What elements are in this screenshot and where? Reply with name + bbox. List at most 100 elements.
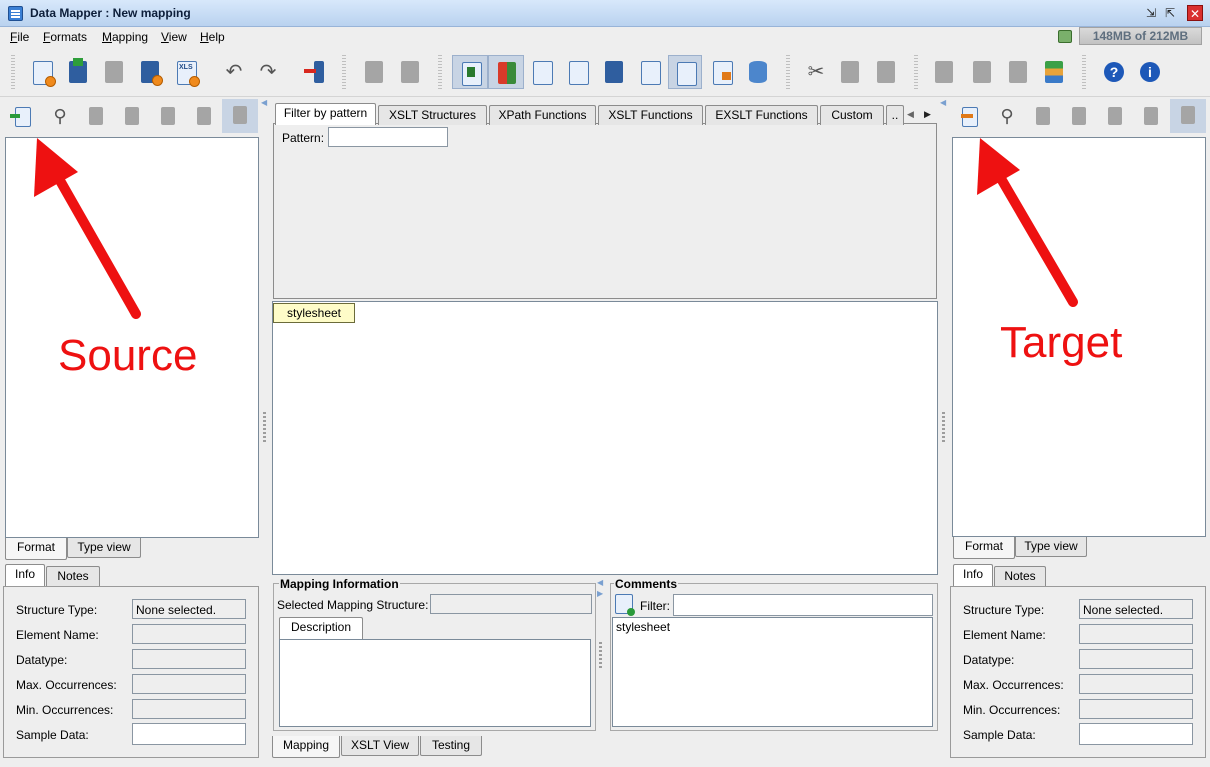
list-view-button[interactable] — [528, 58, 556, 86]
disabled-a-button[interactable] — [360, 58, 388, 86]
source-tool-6[interactable] — [190, 102, 218, 130]
menu-formats[interactable]: Formats — [43, 30, 87, 44]
collapse-left-icon[interactable]: ◀ — [261, 98, 267, 108]
new-mapping-button[interactable] — [28, 58, 56, 87]
target-tab-format[interactable]: Format — [953, 537, 1015, 559]
save-button[interactable] — [100, 58, 128, 86]
splitter-handle[interactable] — [263, 412, 266, 442]
scroll-right-icon[interactable]: ▶ — [924, 109, 931, 120]
database-button[interactable] — [744, 58, 772, 86]
toolbar-grip[interactable] — [1082, 55, 1086, 89]
tab-exslt-functions[interactable]: EXSLT Functions — [705, 105, 818, 125]
save-as-button[interactable] — [136, 58, 164, 86]
collapse-up-icon[interactable]: ◀ — [597, 578, 603, 587]
source-tab-format[interactable]: Format — [5, 538, 67, 560]
pattern-input[interactable] — [328, 127, 448, 147]
xml-button[interactable] — [668, 55, 702, 89]
save-output-button[interactable] — [600, 58, 628, 86]
garbage-collect-icon[interactable] — [1058, 30, 1072, 43]
target-tool-7[interactable] — [1170, 99, 1206, 133]
selected-structure-field — [430, 594, 592, 614]
paste-button[interactable] — [872, 58, 900, 86]
code-view-icon — [569, 61, 589, 85]
collapse-right-icon[interactable]: ◀ — [940, 98, 946, 107]
toolbar-grip[interactable] — [342, 55, 346, 89]
insert-button[interactable] — [968, 58, 996, 86]
toolbar-grip[interactable] — [786, 55, 790, 89]
menu-help[interactable]: Help — [200, 30, 225, 44]
target-tool-4[interactable] — [1065, 102, 1093, 130]
undo-button[interactable]: ↶ — [220, 58, 248, 86]
source-tool-4[interactable] — [118, 102, 146, 130]
sample-data-field[interactable] — [132, 723, 246, 745]
info-view-button[interactable] — [452, 55, 488, 89]
format-icon — [1045, 61, 1063, 83]
menu-mapping[interactable]: Mapping — [102, 30, 148, 44]
open-mapping-button[interactable] — [64, 58, 92, 86]
target-tool-5[interactable] — [1101, 102, 1129, 130]
color-view-button[interactable] — [488, 55, 524, 89]
comment-icon[interactable] — [615, 594, 635, 616]
tab-xslt-functions[interactable]: XSLT Functions — [598, 105, 703, 125]
scroll-left-icon[interactable]: ◀ — [907, 109, 914, 120]
disabled-b-button[interactable] — [396, 58, 424, 86]
tree-button[interactable] — [708, 58, 736, 86]
exit-button[interactable] — [302, 58, 330, 86]
comments-filter-input[interactable] — [673, 594, 933, 616]
format-button[interactable] — [1040, 58, 1068, 86]
maximize-button[interactable]: ⇱ — [1162, 5, 1178, 21]
source-search-button[interactable]: ⚲ — [46, 102, 74, 130]
move-down-button[interactable] — [1004, 58, 1032, 86]
toolbar-grip[interactable] — [914, 55, 918, 89]
source-tab-notes[interactable]: Notes — [46, 566, 100, 586]
tab-description[interactable]: Description — [279, 617, 363, 639]
source-tool-3[interactable] — [82, 102, 110, 130]
target-tool-6[interactable] — [1137, 102, 1165, 130]
mapping-canvas[interactable] — [272, 301, 938, 575]
splitter-handle[interactable] — [942, 412, 945, 442]
tab-filter-by-pattern[interactable]: Filter by pattern — [275, 103, 376, 125]
tab-xslt-view[interactable]: XSLT View — [341, 736, 419, 756]
tab-xpath-functions[interactable]: XPath Functions — [489, 105, 596, 125]
target-search-button[interactable]: ⚲ — [993, 102, 1021, 130]
stylesheet-node[interactable]: stylesheet — [273, 303, 355, 323]
menu-file[interactable]: File — [10, 30, 29, 44]
cut-button[interactable]: ✂ — [802, 58, 830, 86]
document-button[interactable] — [636, 58, 664, 86]
help-button[interactable]: ? — [1100, 58, 1128, 86]
target-tab-info[interactable]: Info — [953, 564, 993, 586]
toolbar-grip[interactable] — [11, 55, 15, 89]
code-view-button[interactable] — [564, 58, 592, 86]
target-tab-notes[interactable]: Notes — [994, 566, 1046, 586]
source-tab-info[interactable]: Info — [5, 564, 45, 586]
tab-xslt-structures[interactable]: XSLT Structures — [378, 105, 487, 125]
menu-view[interactable]: View — [161, 30, 187, 44]
minimize-button[interactable]: ⇲ — [1143, 5, 1159, 21]
move-up-button[interactable] — [930, 58, 958, 86]
about-button[interactable]: i — [1136, 58, 1164, 86]
sample-data-field[interactable] — [1079, 723, 1193, 745]
toolbar-grip[interactable] — [438, 55, 442, 89]
source-tool-5[interactable] — [154, 102, 182, 130]
export-xls-button[interactable]: XLS — [172, 58, 200, 87]
source-tab-type-view[interactable]: Type view — [67, 538, 141, 558]
close-button[interactable]: ✕ — [1187, 5, 1203, 21]
open-mapping-icon — [69, 58, 87, 83]
target-tool-3[interactable] — [1029, 102, 1057, 130]
tab-testing[interactable]: Testing — [420, 736, 482, 756]
redo-button[interactable]: ↷ — [254, 58, 282, 86]
target-tab-type-view[interactable]: Type view — [1015, 537, 1087, 557]
splitter-handle[interactable] — [599, 642, 602, 670]
tab-mapping[interactable]: Mapping — [272, 736, 340, 758]
source-load-button[interactable] — [8, 102, 36, 130]
copy-button[interactable] — [836, 58, 864, 86]
document-icon — [641, 61, 661, 85]
description-textarea[interactable] — [279, 639, 591, 727]
tab-more[interactable]: .. — [886, 105, 904, 125]
comment-list-item[interactable]: stylesheet — [616, 620, 670, 634]
target-load-button[interactable] — [955, 102, 983, 130]
min-occurrences-field — [132, 699, 246, 719]
tab-custom[interactable]: Custom — [820, 105, 884, 125]
source-tool-7[interactable] — [222, 99, 258, 133]
collapse-down-icon[interactable]: ▶ — [597, 589, 603, 598]
